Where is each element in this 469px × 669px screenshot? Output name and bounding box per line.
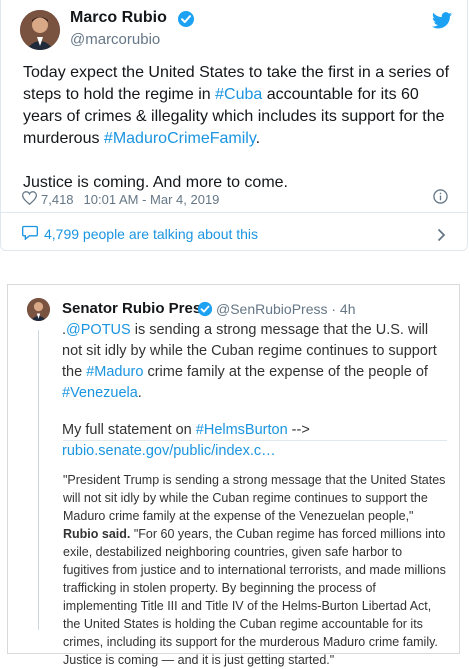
verified-badge-icon — [177, 10, 195, 33]
tweet-timestamp[interactable]: 10:01 AM - Mar 4, 2019 — [84, 192, 220, 207]
embedded-author-name[interactable]: Senator Rubio Press — [62, 300, 210, 317]
heart-icon[interactable] — [21, 191, 38, 208]
hashtag-link-maduro[interactable]: #Maduro — [86, 364, 143, 380]
twitter-bird-icon[interactable] — [432, 12, 452, 34]
quoted-statement: "President Trump is sending a strong mes… — [63, 440, 447, 669]
conversation-count[interactable]: 4,799 people are talking about this — [44, 226, 258, 242]
embedded-text-part: --> — [287, 422, 310, 438]
tweet-text: Today expect the United States to take t… — [23, 62, 453, 194]
embedded-text-part: crime family at the expense of the peopl… — [143, 364, 428, 380]
thread-line — [38, 330, 39, 630]
embedded-text-part: . — [137, 385, 142, 401]
hashtag-link-maduro-crime-family[interactable]: #MaduroCrimeFamily — [104, 130, 256, 147]
quote-text-part: "For 60 years, the Cuban regime has forc… — [63, 527, 446, 667]
chevron-right-icon[interactable] — [437, 228, 446, 247]
hashtag-link-helms-burton[interactable]: #HelmsBurton — [196, 422, 288, 438]
author-avatar[interactable] — [20, 10, 60, 50]
author-name[interactable]: Marco Rubio — [70, 9, 167, 27]
hashtag-link-cuba[interactable]: #Cuba — [215, 86, 262, 103]
conversation-link[interactable]: 4,799 people are talking about this — [22, 225, 258, 243]
quote-text-part: "President Trump is sending a strong mes… — [63, 473, 446, 523]
author-handle[interactable]: @marcorubio — [70, 31, 160, 48]
divider — [0, 212, 468, 213]
embedded-text-part: My full statement on — [62, 422, 196, 438]
mention-link-potus[interactable]: @POTUS — [66, 322, 131, 338]
embedded-author-avatar[interactable] — [27, 298, 50, 321]
info-icon[interactable] — [433, 189, 448, 209]
like-count[interactable]: 7,418 — [41, 192, 74, 207]
tweet-text-part: . — [255, 130, 261, 147]
verified-badge-icon — [197, 301, 213, 322]
hashtag-link-venezuela[interactable]: #Venezuela — [62, 385, 138, 401]
embedded-handle-time[interactable]: @SenRubioPress · 4h — [216, 301, 356, 317]
tweet-meta: 7,418 10:01 AM - Mar 4, 2019 — [21, 191, 220, 208]
speech-bubble-icon — [22, 225, 38, 243]
quote-attribution: Rubio said. — [63, 527, 131, 541]
